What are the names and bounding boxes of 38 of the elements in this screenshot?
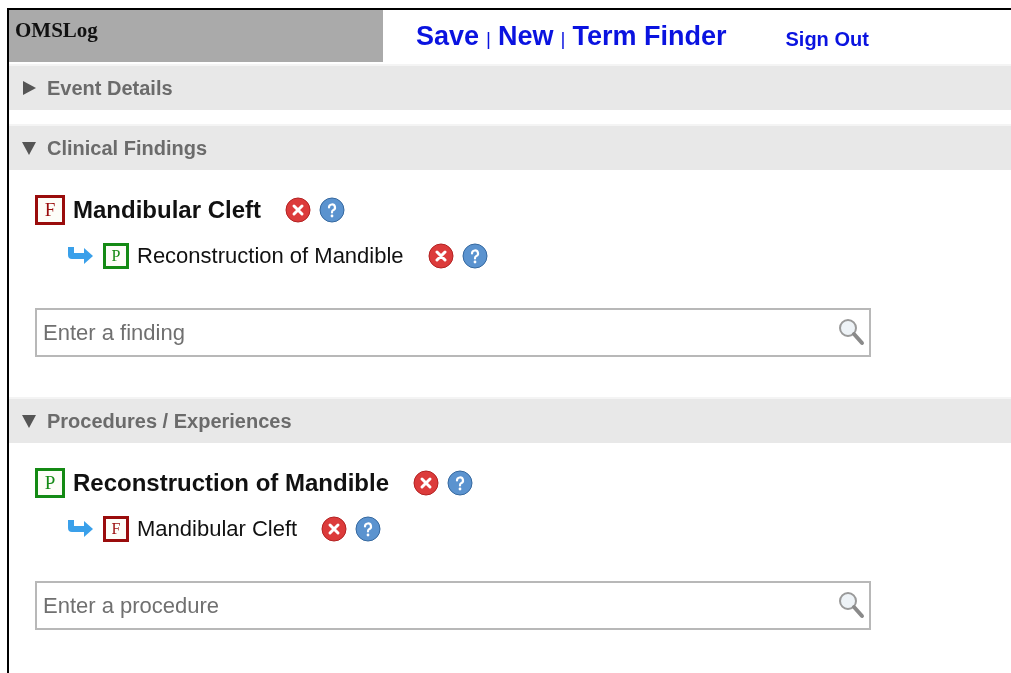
type-badge: F	[103, 516, 129, 542]
entry-label: Reconstruction of Mandible	[73, 469, 389, 497]
section-header[interactable]: Clinical Findings	[9, 124, 1011, 170]
nav-link[interactable]: New	[498, 20, 554, 52]
type-badge: F	[35, 195, 65, 225]
help-icon[interactable]	[447, 470, 473, 496]
section-title: Clinical Findings	[47, 136, 207, 160]
type-badge: P	[103, 243, 129, 269]
return-arrow-icon	[65, 245, 95, 267]
remove-icon[interactable]	[321, 516, 348, 542]
section-title: Event Details	[47, 76, 173, 100]
caret-right-icon[interactable]	[21, 80, 37, 96]
remove-icon[interactable]	[285, 197, 311, 223]
section-header[interactable]: Procedures / Experiences	[9, 397, 1011, 443]
type-badge: P	[35, 468, 65, 498]
help-icon[interactable]	[461, 243, 488, 269]
help-icon[interactable]	[355, 516, 382, 542]
help-icon[interactable]	[319, 197, 345, 223]
section-title: Procedures / Experiences	[47, 409, 292, 433]
nav-link[interactable]: Term Finder	[572, 20, 727, 52]
nav-link[interactable]: Save	[416, 20, 480, 52]
entry-label: Mandibular Cleft	[73, 196, 261, 224]
remove-icon[interactable]	[413, 470, 439, 496]
separator: |	[486, 28, 491, 50]
caret-down-icon[interactable]	[21, 140, 37, 156]
search-icon[interactable]	[837, 317, 865, 347]
search-field[interactable]: Enter a finding	[35, 308, 871, 357]
section-header[interactable]: Event Details	[9, 64, 1011, 110]
nav-link[interactable]: Sign Out	[785, 27, 869, 51]
remove-icon[interactable]	[427, 243, 454, 269]
search-field[interactable]: Enter a procedure	[35, 581, 871, 630]
app-title: OMSLog	[9, 10, 383, 62]
caret-down-icon[interactable]	[21, 413, 37, 429]
search-icon[interactable]	[837, 590, 865, 620]
linked-entry-label: Reconstruction of Mandible	[137, 243, 404, 269]
separator: |	[560, 28, 566, 50]
linked-entry-label: Mandibular Cleft	[137, 516, 298, 542]
return-arrow-icon	[65, 518, 95, 540]
